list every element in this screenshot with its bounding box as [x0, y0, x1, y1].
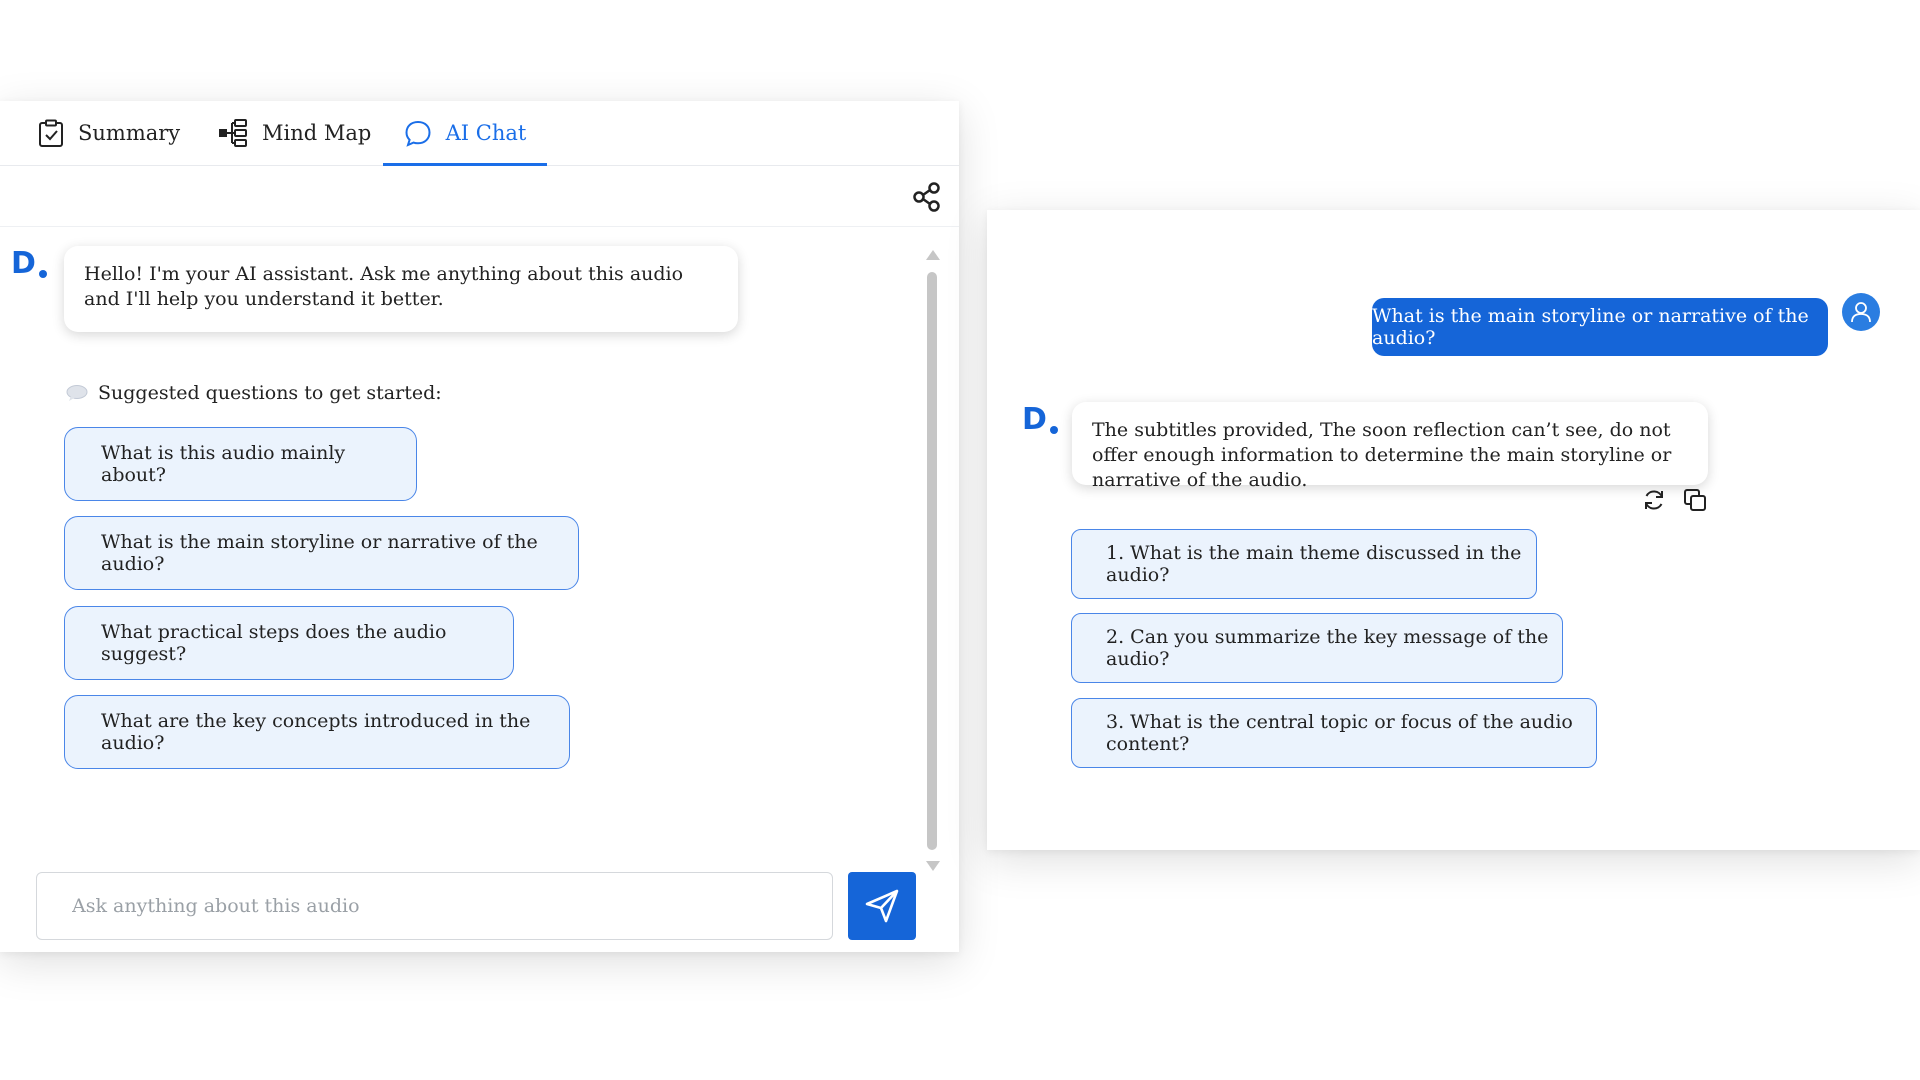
scroll-up-arrow[interactable] — [925, 249, 941, 261]
followup-question-3[interactable]: 3. What is the central topic or focus of… — [1071, 698, 1597, 768]
chat-response-panel: What is the main storyline or narrative … — [987, 210, 1920, 850]
bot-greeting-message: Hello! I'm your AI assistant. Ask me any… — [64, 246, 738, 332]
suggested-question-4[interactable]: What are the key concepts introduced in … — [64, 695, 570, 769]
mind-map-icon — [219, 119, 247, 147]
chat-bubble-icon — [405, 120, 431, 147]
user-message: What is the main storyline or narrative … — [1372, 298, 1828, 356]
bot-logo-letter: D — [1022, 402, 1047, 437]
bot-greeting-text: Hello! I'm your AI assistant. Ask me any… — [84, 263, 684, 310]
share-icon — [913, 182, 940, 212]
bot-logo-dot — [39, 270, 47, 278]
user-icon — [1851, 302, 1871, 323]
suggested-question-text: What are the key concepts introduced in … — [101, 710, 531, 754]
suggested-question-3[interactable]: What practical steps does the audio sugg… — [64, 606, 514, 680]
copy-icon[interactable] — [1683, 488, 1707, 512]
user-message-text: What is the main storyline or narrative … — [1372, 305, 1809, 349]
bot-logo-dot — [1050, 426, 1058, 434]
bot-avatar: D — [11, 247, 47, 281]
scrollbar-thumb[interactable] — [927, 272, 937, 850]
speech-bubble-icon — [66, 385, 88, 401]
tab-ai-chat[interactable]: AI Chat — [383, 101, 547, 166]
clipboard-check-icon — [39, 119, 63, 147]
suggested-question-1[interactable]: What is this audio mainly about? — [64, 427, 417, 501]
send-button[interactable] — [848, 872, 916, 940]
bot-avatar: D — [1022, 403, 1058, 437]
suggested-questions-heading: Suggested questions to get started: — [66, 382, 442, 404]
tab-summary-label: Summary — [78, 121, 181, 145]
tab-ai-chat-label: AI Chat — [445, 121, 527, 145]
followup-question-text: 3. What is the central topic or focus of… — [1106, 711, 1573, 755]
bot-logo-letter: D — [11, 246, 36, 281]
bot-answer-message: The subtitles provided, The soon reflect… — [1072, 402, 1708, 491]
scroll-down-arrow[interactable] — [925, 860, 941, 872]
suggested-question-2[interactable]: What is the main storyline or narrative … — [64, 516, 579, 590]
ai-chat-panel: Summary Mind Map AI Chat D Hello! I'm yo… — [0, 101, 959, 952]
followup-question-1[interactable]: 1. What is the main theme discussed in t… — [1071, 529, 1537, 599]
tab-summary[interactable]: Summary — [38, 101, 180, 165]
user-avatar — [1842, 293, 1880, 331]
followup-question-text: 1. What is the main theme discussed in t… — [1106, 542, 1522, 586]
share-button[interactable] — [910, 180, 944, 214]
tab-mind-map[interactable]: Mind Map — [218, 101, 371, 165]
refresh-icon[interactable] — [1642, 488, 1666, 512]
suggested-questions-title: Suggested questions to get started: — [98, 382, 442, 404]
tab-mind-map-label: Mind Map — [262, 121, 372, 145]
suggested-question-text: What practical steps does the audio sugg… — [101, 621, 447, 665]
chat-input[interactable] — [36, 872, 833, 940]
suggested-question-text: What is the main storyline or narrative … — [101, 531, 538, 575]
suggested-question-text: What is this audio mainly about? — [101, 442, 346, 486]
followup-question-2[interactable]: 2. Can you summarize the key message of … — [1071, 613, 1563, 683]
send-icon — [865, 889, 899, 923]
chat-toolbar — [0, 166, 959, 227]
bot-answer-text: The subtitles provided, The soon reflect… — [1092, 419, 1672, 491]
followup-question-text: 2. Can you summarize the key message of … — [1106, 626, 1549, 670]
tab-bar: Summary Mind Map AI Chat — [0, 101, 959, 166]
